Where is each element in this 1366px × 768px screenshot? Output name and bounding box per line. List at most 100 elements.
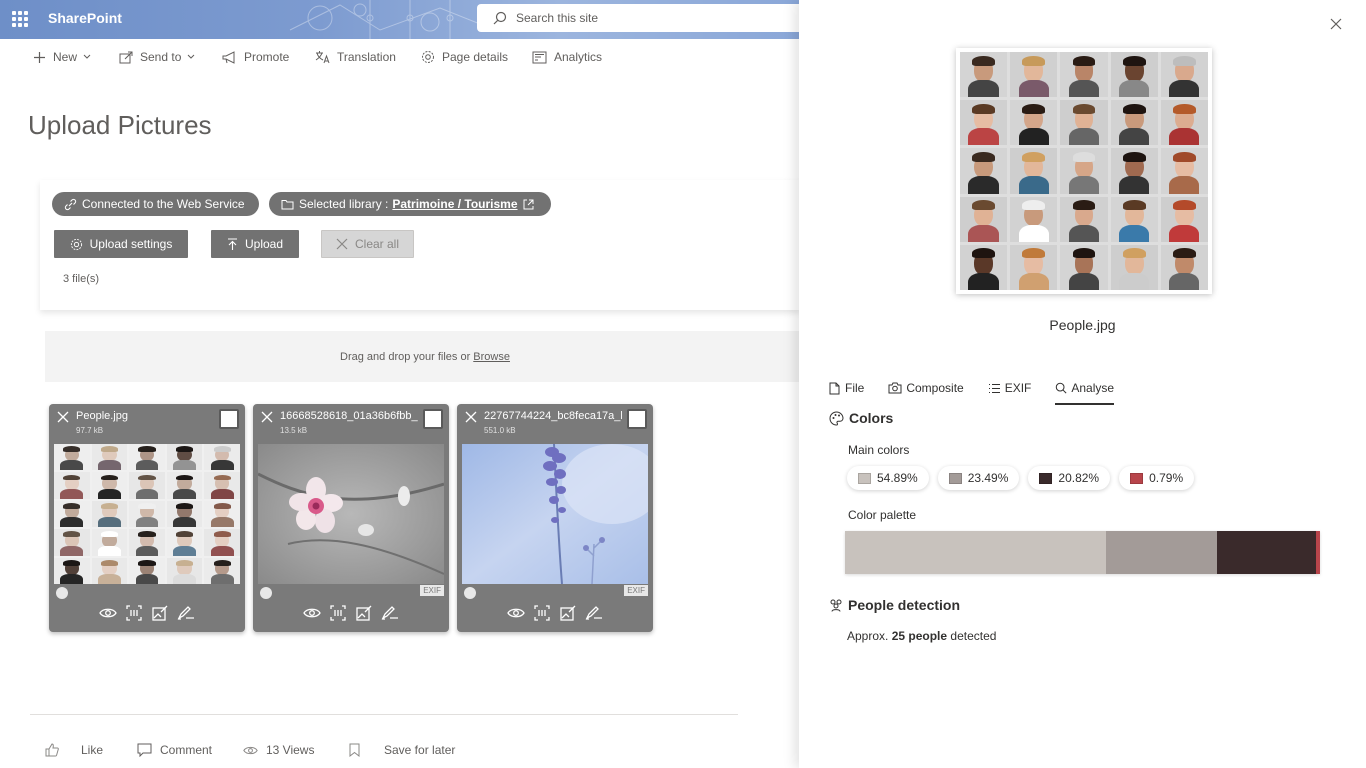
translation-label: Translation	[337, 50, 396, 64]
connected-status-badge: Connected to the Web Service	[52, 192, 259, 216]
command-bar: New Send to Promote Translation Page det…	[0, 40, 800, 76]
edit-image-icon[interactable]	[355, 604, 373, 622]
gear-icon	[422, 51, 434, 63]
save-for-later-button[interactable]: Save for later	[349, 743, 455, 757]
camera-icon	[888, 382, 902, 394]
people-mosaic	[54, 444, 240, 584]
file-actions	[253, 604, 449, 622]
analytics-button[interactable]: Analytics	[532, 50, 602, 64]
analytics-label: Analytics	[554, 50, 603, 64]
panel-tabs: File Composite EXIF Analyse	[829, 374, 1138, 405]
file-icon	[829, 382, 840, 394]
preview-filename: People.jpg	[1049, 317, 1116, 333]
translate-icon	[315, 51, 330, 64]
clear-all-button[interactable]: Clear all	[321, 230, 414, 258]
select-checkbox[interactable]	[219, 409, 239, 429]
color-chip: 23.49%	[937, 466, 1020, 490]
upload-label: Upload	[244, 237, 284, 251]
chevron-down-icon	[83, 54, 91, 59]
close-icon[interactable]	[1330, 18, 1342, 30]
drop-text: Drag and drop your files or	[340, 350, 471, 363]
blossom-image	[258, 444, 444, 584]
people-prefix: Approx.	[847, 629, 889, 643]
drop-zone[interactable]: Drag and drop your files or Browse	[45, 331, 805, 382]
library-link[interactable]: Patrimoine / Tourisme	[392, 197, 517, 211]
chevron-down-icon	[188, 54, 195, 59]
brand-name[interactable]: SharePoint	[48, 10, 122, 26]
external-link-icon[interactable]	[523, 199, 534, 210]
file-card: 16668528618_01a36b6fbb_o.jpg 13.5 kB	[253, 404, 449, 632]
exif-badge: EXIF	[420, 585, 444, 596]
translation-button[interactable]: Translation	[315, 50, 396, 64]
comment-button[interactable]: Comment	[137, 743, 212, 757]
rename-icon[interactable]	[177, 604, 195, 622]
preview-eye-icon[interactable]	[303, 604, 321, 622]
browse-link[interactable]: Browse	[473, 351, 510, 363]
footer-divider	[30, 714, 738, 715]
people-suffix: detected	[950, 629, 997, 643]
tab-composite[interactable]: Composite	[888, 374, 964, 402]
color-palette-icon	[829, 410, 844, 426]
face-detection-icon	[56, 587, 68, 599]
library-prefix: Selected library :	[299, 197, 389, 211]
upload-button[interactable]: Upload	[211, 230, 299, 258]
like-label: Like	[81, 743, 104, 757]
promote-button[interactable]: Promote	[222, 50, 289, 64]
comment-label: Comment	[160, 743, 213, 757]
suite-bar: SharePoint Search this site	[0, 0, 800, 39]
send-to-button[interactable]: Send to	[119, 50, 202, 64]
color-palette-label: Color palette	[848, 508, 917, 522]
app-launcher-icon[interactable]	[12, 11, 28, 27]
palette-segment	[1316, 531, 1320, 574]
eye-icon	[243, 746, 258, 754]
search-input[interactable]: Search this site	[477, 4, 800, 32]
megaphone-icon	[222, 50, 235, 64]
list-icon	[988, 383, 1000, 393]
remove-file-icon[interactable]	[57, 411, 69, 423]
preview-eye-icon[interactable]	[507, 604, 525, 622]
file-size: 13.5 kB	[280, 426, 308, 435]
upload-settings-button[interactable]: Upload settings	[54, 230, 188, 258]
preview-eye-icon[interactable]	[99, 604, 117, 622]
rename-icon[interactable]	[585, 604, 603, 622]
analytics-icon	[532, 51, 547, 63]
scan-icon[interactable]	[533, 604, 551, 622]
plus-icon	[34, 51, 45, 63]
file-thumbnail	[258, 444, 444, 584]
new-button[interactable]: New	[33, 50, 98, 64]
color-swatch	[1130, 472, 1144, 484]
select-checkbox[interactable]	[423, 409, 443, 429]
tab-exif-label: EXIF	[1004, 381, 1032, 395]
edit-image-icon[interactable]	[559, 604, 577, 622]
main-colors-label: Main colors	[848, 443, 910, 457]
folder-icon	[281, 199, 294, 209]
page-details-button[interactable]: Page details	[421, 50, 508, 64]
file-thumbnail	[462, 444, 648, 584]
tab-analyse[interactable]: Analyse	[1055, 374, 1115, 405]
color-percent: 20.82%	[1058, 471, 1100, 485]
file-name: People.jpg	[76, 410, 128, 422]
file-size: 551.0 kB	[484, 426, 516, 435]
select-checkbox[interactable]	[627, 409, 647, 429]
rename-icon[interactable]	[381, 604, 399, 622]
tab-file[interactable]: File	[829, 374, 864, 402]
file-card: 22767744224_bc8feca17a_k.jpg 551.0 kB	[457, 404, 653, 632]
file-count: 3 file(s)	[63, 273, 100, 285]
edit-image-icon[interactable]	[151, 604, 169, 622]
scan-icon[interactable]	[125, 604, 143, 622]
color-chip: 20.82%	[1028, 466, 1111, 490]
like-button[interactable]: Like	[45, 743, 103, 757]
palette-segment	[845, 531, 1106, 574]
exif-badge: EXIF	[624, 585, 648, 596]
remove-file-icon[interactable]	[261, 411, 273, 423]
tab-analyse-label: Analyse	[1071, 381, 1115, 395]
palette-segment	[1105, 531, 1218, 574]
people-title: People detection	[848, 597, 961, 613]
connected-label: Connected to the Web Service	[82, 197, 245, 211]
remove-file-icon[interactable]	[465, 411, 477, 423]
clear-all-label: Clear all	[354, 237, 399, 251]
file-actions	[457, 604, 653, 622]
scan-icon[interactable]	[329, 604, 347, 622]
tab-exif[interactable]: EXIF	[988, 374, 1032, 402]
people-mosaic-preview	[960, 52, 1208, 290]
